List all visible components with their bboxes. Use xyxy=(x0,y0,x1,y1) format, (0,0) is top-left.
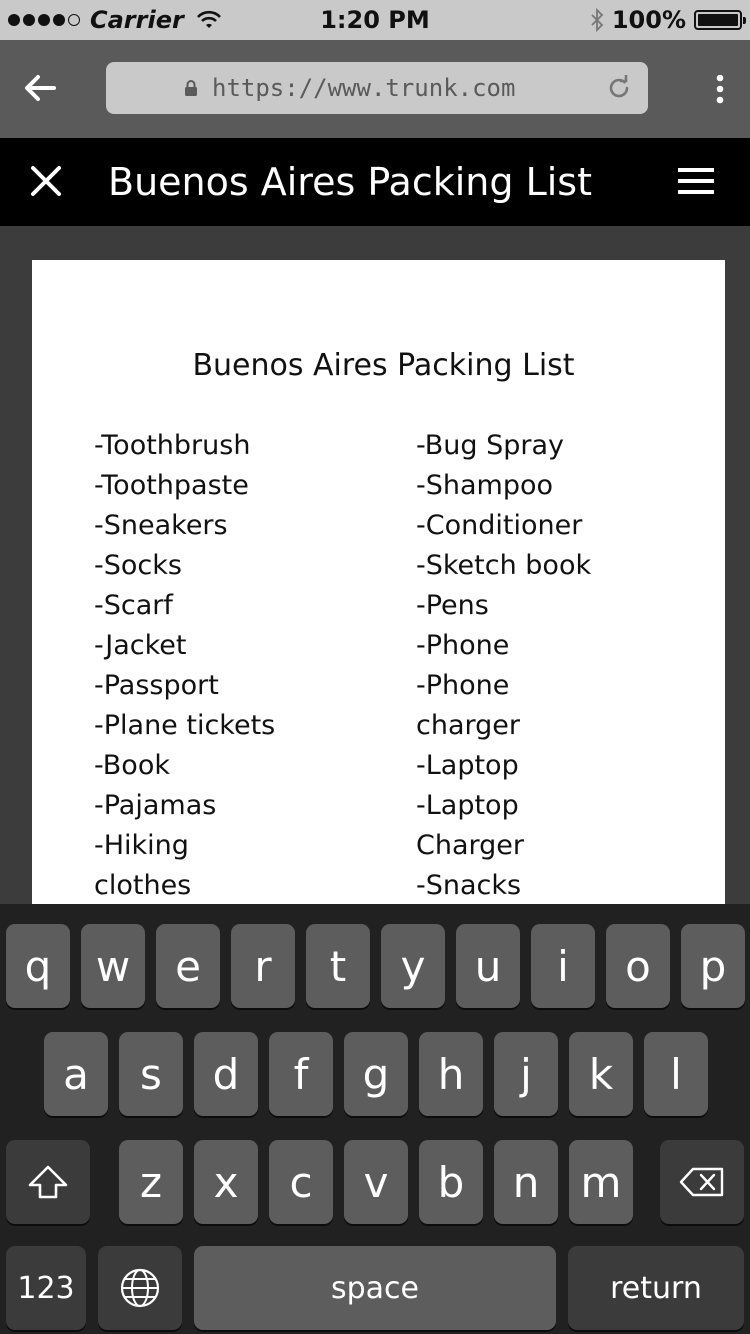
document-title: Buenos Aires Packing List xyxy=(192,348,575,383)
list-item: -Sketch book xyxy=(416,550,592,581)
left-column: -Toothbrush -Toothpaste -Sneakers -Socks… xyxy=(94,426,275,904)
list-item: -Scarf xyxy=(94,590,173,621)
list-item: -Passport xyxy=(94,670,219,701)
reload-icon[interactable] xyxy=(606,75,632,101)
globe-key[interactable] xyxy=(98,1246,182,1330)
list-item: -Bug Spray xyxy=(416,430,565,461)
battery-icon xyxy=(694,10,746,30)
key-k[interactable]: k xyxy=(569,1032,633,1116)
list-item: -Jacket xyxy=(94,630,187,661)
list-item: charger xyxy=(416,710,520,741)
key-r[interactable]: r xyxy=(231,924,295,1008)
onscreen-keyboard: q w e r t y u i o p a s d f g h j k l z … xyxy=(0,904,750,1334)
key-m[interactable]: m xyxy=(569,1140,633,1224)
list-item: -Toothbrush xyxy=(94,430,251,461)
hamburger-menu-icon[interactable] xyxy=(678,168,714,194)
status-bar: Carrier 1:20 PM 100% xyxy=(0,0,750,40)
key-v[interactable]: v xyxy=(344,1140,408,1224)
key-q[interactable]: q xyxy=(6,924,70,1008)
key-u[interactable]: u xyxy=(456,924,520,1008)
key-e[interactable]: e xyxy=(156,924,220,1008)
app-header: Buenos Aires Packing List xyxy=(0,138,750,226)
shift-icon xyxy=(28,1165,68,1199)
list-item: -Phone xyxy=(416,630,510,661)
globe-icon xyxy=(120,1268,160,1308)
browser-toolbar: https://www.trunk.com xyxy=(0,40,750,138)
list-item: -Shampoo xyxy=(416,470,554,501)
key-d[interactable]: d xyxy=(194,1032,258,1116)
space-key[interactable]: space xyxy=(194,1246,556,1330)
list-item: -Plane tickets xyxy=(94,710,276,741)
key-c[interactable]: c xyxy=(269,1140,333,1224)
list-item: -Conditioner xyxy=(416,510,583,541)
return-key[interactable]: return xyxy=(568,1246,744,1330)
key-s[interactable]: s xyxy=(119,1032,183,1116)
list-item: -Toothpaste xyxy=(94,470,249,501)
app-title: Buenos Aires Packing List xyxy=(108,160,592,204)
key-l[interactable]: l xyxy=(644,1032,708,1116)
list-item: -Socks xyxy=(94,550,182,581)
list-item: Charger xyxy=(416,830,524,861)
list-item: -Phone xyxy=(416,670,510,701)
key-f[interactable]: f xyxy=(269,1032,333,1116)
key-o[interactable]: o xyxy=(606,924,670,1008)
key-t[interactable]: t xyxy=(306,924,370,1008)
list-item: -Laptop xyxy=(416,790,519,821)
key-h[interactable]: h xyxy=(419,1032,483,1116)
key-z[interactable]: z xyxy=(119,1140,183,1224)
key-b[interactable]: b xyxy=(419,1140,483,1224)
key-g[interactable]: g xyxy=(344,1032,408,1116)
list-item: -Snacks xyxy=(416,870,522,901)
list-item: -Pajamas xyxy=(94,790,217,821)
back-arrow-icon[interactable] xyxy=(20,68,60,108)
key-i[interactable]: i xyxy=(531,924,595,1008)
list-item: -Hiking xyxy=(94,830,189,861)
list-item: -Sneakers xyxy=(94,510,228,541)
key-a[interactable]: a xyxy=(44,1032,108,1116)
key-y[interactable]: y xyxy=(381,924,445,1008)
list-item: -Book xyxy=(94,750,170,781)
key-j[interactable]: j xyxy=(494,1032,558,1116)
list-item: -Laptop xyxy=(416,750,519,781)
battery-percent: 100% xyxy=(611,6,686,34)
shift-key[interactable] xyxy=(6,1140,90,1224)
address-bar[interactable]: https://www.trunk.com xyxy=(106,62,648,114)
list-item: -Pens xyxy=(416,590,489,621)
url-text: https://www.trunk.com xyxy=(212,74,516,102)
key-w[interactable]: w xyxy=(81,924,145,1008)
key-x[interactable]: x xyxy=(194,1140,258,1224)
right-column: -Bug Spray -Shampoo -Conditioner -Sketch… xyxy=(416,426,591,904)
status-right: 100% xyxy=(590,6,746,34)
lock-icon xyxy=(185,80,197,96)
numbers-key[interactable]: 123 xyxy=(6,1246,86,1330)
more-menu-icon[interactable] xyxy=(716,74,724,104)
backspace-key[interactable] xyxy=(660,1140,744,1224)
document-page[interactable]: Buenos Aires Packing List -Toothbrush -T… xyxy=(32,260,725,904)
list-item: clothes xyxy=(94,870,192,901)
key-p[interactable]: p xyxy=(681,924,745,1008)
key-n[interactable]: n xyxy=(494,1140,558,1224)
backspace-icon xyxy=(679,1167,724,1197)
bluetooth-icon xyxy=(591,8,604,32)
